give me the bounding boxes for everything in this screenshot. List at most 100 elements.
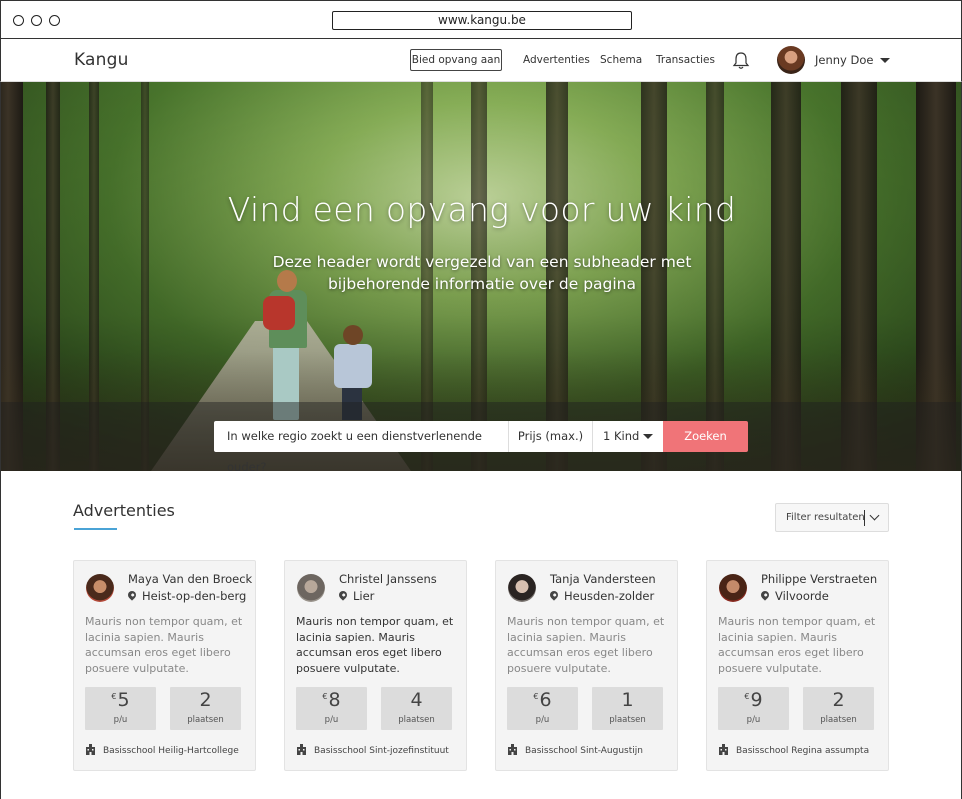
price-value: 6: [539, 689, 552, 711]
filter-results-label: Filter resultaten: [786, 512, 865, 523]
location-label: Lier: [353, 589, 375, 603]
avatar[interactable]: [297, 574, 325, 602]
window-minimize-dot[interactable]: [31, 15, 42, 26]
section-underline: [74, 528, 117, 530]
price-value: 9: [750, 689, 763, 711]
currency-symbol: €: [744, 692, 750, 701]
school-name: Basisschool Heilig-Hartcollege: [103, 746, 239, 756]
places-label: plaatsen: [820, 715, 857, 725]
divider: [864, 510, 865, 526]
school-icon: [719, 744, 728, 755]
price-box: €9 p/u: [718, 687, 789, 730]
hero-subtitle-line-1: Deze header wordt vergezeld van een subh…: [272, 253, 692, 271]
school-info: Basisschool Regina assumpta: [718, 744, 869, 756]
provider-location: Heist-op-den-berg: [126, 589, 247, 603]
chevron-down-icon[interactable]: [880, 58, 890, 63]
max-price-input[interactable]: Prijs (max.): [509, 421, 593, 452]
school-icon: [508, 744, 517, 755]
school-name: Basisschool Sint-jozefinstituut: [314, 746, 449, 756]
school-info: Basisschool Sint-jozefinstituut: [296, 744, 449, 756]
location-pin-icon: [759, 589, 771, 601]
region-search-input[interactable]: In welke regio zoekt u een dienstverlene…: [214, 421, 509, 474]
location-pin-icon: [548, 589, 560, 601]
section-title: Advertenties: [73, 501, 175, 520]
listing-card[interactable]: Maya Van den Broeck Heist-op-den-berg Ma…: [73, 560, 256, 771]
location-label: Heusden-zolder: [564, 589, 655, 603]
address-bar[interactable]: www.kangu.be: [332, 11, 632, 30]
places-label: plaatsen: [187, 715, 224, 725]
listing-description: Mauris non tempor quam, et lacinia sapie…: [507, 615, 665, 675]
listing-description: Mauris non tempor quam, et lacinia sapie…: [296, 615, 454, 675]
hero-banner: Vind een opvang voor uw kind Deze header…: [0, 82, 962, 471]
school-name: Basisschool Regina assumpta: [736, 746, 870, 756]
search-button[interactable]: Zoeken: [663, 421, 748, 452]
places-box: 1 plaatsen: [592, 687, 663, 730]
places-box: 2 plaatsen: [803, 687, 874, 730]
currency-symbol: €: [111, 692, 117, 701]
school-icon: [86, 744, 95, 755]
avatar[interactable]: [86, 574, 114, 602]
provider-name[interactable]: Christel Janssens: [339, 572, 437, 586]
kids-select-value: 1 Kind: [603, 429, 640, 443]
currency-symbol: €: [533, 692, 539, 701]
bell-icon[interactable]: [732, 51, 750, 70]
kids-select[interactable]: 1 Kind: [593, 421, 663, 452]
listing-description: Mauris non tempor quam, et lacinia sapie…: [85, 615, 243, 675]
listing-card[interactable]: Tanja Vandersteen Heusden-zolder Mauris …: [495, 560, 678, 771]
avatar[interactable]: [508, 574, 536, 602]
price-box: €6 p/u: [507, 687, 578, 730]
school-info: Basisschool Sint-Augustijn: [507, 744, 643, 756]
nav-link-advertenties[interactable]: Advertenties: [523, 54, 590, 66]
places-label: plaatsen: [398, 715, 435, 725]
price-value: 8: [328, 689, 341, 711]
offer-care-button[interactable]: Bied opvang aan: [410, 49, 502, 71]
places-box: 4 plaatsen: [381, 687, 452, 730]
currency-symbol: €: [322, 692, 328, 701]
location-pin-icon: [337, 589, 349, 601]
price-value: 5: [117, 689, 130, 711]
window-close-dot[interactable]: [13, 15, 24, 26]
user-avatar[interactable]: [777, 46, 805, 74]
provider-name[interactable]: Tanja Vandersteen: [550, 572, 656, 586]
hero-title: Vind een opvang voor uw kind: [227, 190, 737, 229]
avatar[interactable]: [719, 574, 747, 602]
provider-name[interactable]: Philippe Verstraeten: [761, 572, 877, 586]
hero-subtitle-line-2: bijbehorende informatie over de pagina: [327, 275, 637, 293]
listing-card[interactable]: Philippe Verstraeten Vilvoorde Mauris no…: [706, 560, 889, 771]
price-unit: p/u: [113, 715, 128, 725]
user-name[interactable]: Jenny Doe: [815, 53, 873, 67]
location-label: Heist-op-den-berg: [142, 589, 247, 603]
price-box: €5 p/u: [85, 687, 156, 730]
location-pin-icon: [126, 589, 138, 601]
browser-toolbar: www.kangu.be: [0, 0, 962, 39]
nav-link-transacties[interactable]: Transacties: [656, 54, 715, 66]
listing-card[interactable]: Christel Janssens Lier Mauris non tempor…: [284, 560, 467, 771]
places-value: 2: [832, 689, 845, 711]
nav-link-schema[interactable]: Schema: [600, 54, 642, 66]
chevron-down-icon: [643, 434, 653, 439]
provider-location: Vilvoorde: [759, 589, 829, 603]
price-unit: p/u: [535, 715, 550, 725]
price-box: €8 p/u: [296, 687, 367, 730]
location-label: Vilvoorde: [775, 589, 829, 603]
listing-description: Mauris non tempor quam, et lacinia sapie…: [718, 615, 876, 675]
logo[interactable]: Kangu: [74, 50, 129, 70]
places-label: plaatsen: [609, 715, 646, 725]
price-unit: p/u: [746, 715, 761, 725]
chevron-down-icon: [869, 510, 880, 521]
provider-location: Lier: [337, 589, 375, 603]
school-name: Basisschool Sint-Augustijn: [525, 746, 643, 756]
school-icon: [297, 744, 306, 755]
provider-location: Heusden-zolder: [548, 589, 655, 603]
provider-name[interactable]: Maya Van den Broeck: [128, 572, 252, 586]
price-unit: p/u: [324, 715, 339, 725]
window-maximize-dot[interactable]: [49, 15, 60, 26]
school-info: Basisschool Heilig-Hartcollege: [85, 744, 239, 756]
top-navigation: Kangu Bied opvang aan Advertenties Schem…: [0, 39, 962, 82]
places-value: 2: [199, 689, 212, 711]
hero-subtitle: Deze header wordt vergezeld van een subh…: [1, 251, 961, 295]
places-value: 1: [621, 689, 634, 711]
places-box: 2 plaatsen: [170, 687, 241, 730]
places-value: 4: [410, 689, 423, 711]
filter-results-button[interactable]: Filter resultaten: [775, 503, 889, 532]
